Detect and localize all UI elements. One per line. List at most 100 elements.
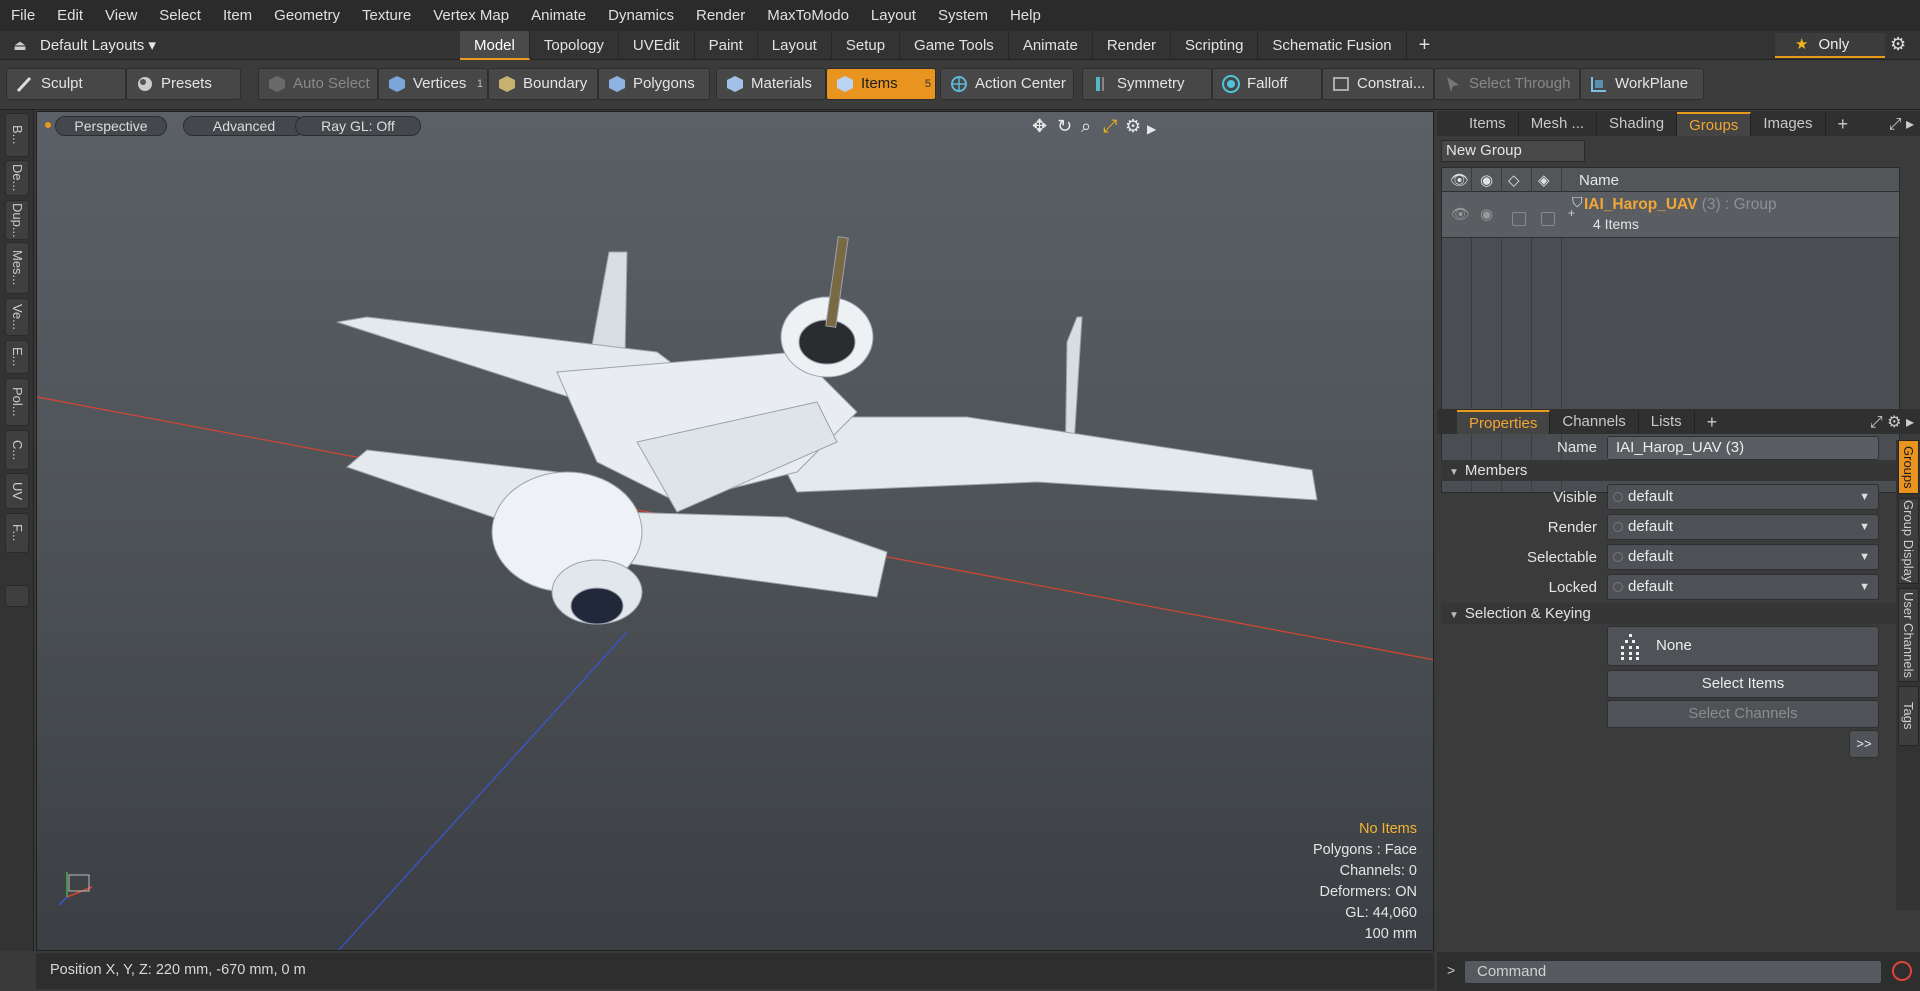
left-tab-8[interactable]: UV — [5, 473, 29, 509]
left-tab-1[interactable]: De... — [5, 160, 29, 196]
boundary-button[interactable]: Boundary — [488, 68, 598, 100]
only-toggle[interactable]: ★ Only — [1775, 33, 1885, 58]
record-icon[interactable] — [1892, 961, 1912, 981]
constraints-button[interactable]: Constrai... — [1322, 68, 1434, 100]
locked-dropdown[interactable]: default ▼ — [1607, 574, 1879, 600]
left-tab-5[interactable]: E... — [5, 340, 29, 374]
groups-panel-tab-1[interactable]: Mesh ... — [1519, 112, 1598, 136]
layout-tab-setup[interactable]: Setup — [832, 30, 901, 60]
left-tab-4[interactable]: Ve... — [5, 298, 29, 336]
new-group-button[interactable]: New Group — [1441, 140, 1585, 162]
menu-help[interactable]: Help — [999, 0, 1052, 31]
groups-panel-tab-2[interactable]: Shading — [1597, 112, 1678, 136]
group-row[interactable]: 👁 ◉ + ⛉ IAI_Harop_UAV (3) : Group 4 Item… — [1442, 192, 1899, 238]
viewport-expand-icon[interactable]: ▶ — [1147, 120, 1156, 138]
auto-select-button[interactable]: Auto Select — [258, 68, 378, 100]
menu-dynamics[interactable]: Dynamics — [597, 0, 685, 31]
select-items-button[interactable]: Select Items — [1607, 670, 1879, 698]
zoom-view-icon[interactable]: ⌕ — [1081, 117, 1091, 135]
layout-tab-schematic-fusion[interactable]: Schematic Fusion — [1258, 30, 1407, 60]
layout-tab-render[interactable]: Render — [1093, 30, 1172, 60]
left-tab-0[interactable]: B... — [5, 113, 29, 157]
action-center-button[interactable]: Action Center — [940, 68, 1074, 100]
layout-tab-paint[interactable]: Paint — [695, 30, 758, 60]
materials-button[interactable]: Materials — [716, 68, 826, 100]
menu-texture[interactable]: Texture — [351, 0, 422, 31]
select-channels-button[interactable]: Select Channels — [1607, 700, 1879, 728]
more-button[interactable]: >> — [1849, 730, 1879, 758]
layout-tab-model[interactable]: Model — [460, 30, 530, 60]
selection-keying-section[interactable]: ▼ Selection & Keying — [1441, 603, 1896, 624]
layout-tab-game-tools[interactable]: Game Tools — [900, 30, 1009, 60]
name-column-header[interactable]: Name — [1579, 172, 1619, 189]
layout-tab-animate[interactable]: Animate — [1009, 30, 1093, 60]
groups-panel-tab-3[interactable]: Groups — [1677, 112, 1752, 136]
menu-system[interactable]: System — [927, 0, 999, 31]
left-tab-6[interactable]: Pol... — [5, 378, 29, 426]
viewport-settings-icon[interactable]: ⚙ — [1125, 117, 1141, 135]
presets-button[interactable]: Presets — [126, 68, 241, 100]
shading-dropdown[interactable]: Advanced — [183, 116, 305, 136]
menu-layout[interactable]: Layout — [860, 0, 927, 31]
rotate-view-icon[interactable]: ↻ — [1057, 117, 1072, 135]
workplane-button[interactable]: WorkPlane — [1580, 68, 1704, 100]
3d-viewport[interactable]: Perspective Advanced Ray GL: Off ✥ ↻ ⌕ ⤢… — [36, 111, 1434, 951]
row-lock-checkbox[interactable] — [1541, 212, 1555, 226]
sculpt-button[interactable]: Sculpt — [6, 68, 126, 100]
add-properties-tab-icon[interactable]: + — [1695, 410, 1730, 434]
group-name[interactable]: IAI_Harop_UAV (3) : Group — [1584, 196, 1777, 214]
move-view-icon[interactable]: ✥ — [1032, 117, 1047, 135]
polygons-button[interactable]: Polygons — [598, 68, 710, 100]
selectable-dropdown[interactable]: default ▼ — [1607, 544, 1879, 570]
properties-vtab-tags[interactable]: Tags — [1898, 686, 1919, 746]
menu-item[interactable]: Item — [212, 0, 263, 31]
properties-expand-icon[interactable]: ⤢ ⚙ ▸ — [1870, 412, 1914, 432]
falloff-button[interactable]: Falloff — [1212, 68, 1322, 100]
gear-icon[interactable]: ⚙ — [1890, 34, 1906, 55]
render-dropdown[interactable]: default ▼ — [1607, 514, 1879, 540]
menu-maxtomodo[interactable]: MaxToModo — [756, 0, 860, 31]
raygl-dropdown[interactable]: Ray GL: Off — [295, 116, 421, 136]
menu-select[interactable]: Select — [148, 0, 212, 31]
menu-vertex-map[interactable]: Vertex Map — [422, 0, 520, 31]
home-icon[interactable]: ⏏ — [0, 37, 40, 54]
panel-expand-icon[interactable]: ⤢ ▸ — [1889, 114, 1914, 134]
visible-dropdown[interactable]: default ▼ — [1607, 484, 1879, 510]
menu-render[interactable]: Render — [685, 0, 756, 31]
left-tab-9[interactable]: F... — [5, 513, 29, 553]
layout-tab-scripting[interactable]: Scripting — [1171, 30, 1259, 60]
left-tab-7[interactable]: C... — [5, 430, 29, 470]
add-panel-tab-icon[interactable]: + — [1826, 112, 1861, 136]
groups-panel-tab-0[interactable]: Items — [1457, 112, 1519, 136]
symmetry-button[interactable]: Symmetry — [1082, 68, 1212, 100]
properties-vtab-group-display[interactable]: Group Display — [1898, 498, 1919, 584]
left-tab-3[interactable]: Mes... — [5, 242, 29, 294]
items-button[interactable]: Items 5 — [826, 68, 936, 100]
properties-tab-channels[interactable]: Channels — [1550, 410, 1639, 434]
menu-edit[interactable]: Edit — [46, 0, 94, 31]
properties-tab-lists[interactable]: Lists — [1639, 410, 1695, 434]
row-select-checkbox[interactable] — [1512, 212, 1526, 226]
groups-panel-tab-4[interactable]: Images — [1751, 112, 1826, 136]
view-type-dropdown[interactable]: Perspective — [55, 116, 167, 136]
command-input[interactable]: Command — [1464, 960, 1882, 984]
menu-geometry[interactable]: Geometry — [263, 0, 351, 31]
menu-file[interactable]: File — [0, 0, 46, 31]
keying-none-button[interactable]: None — [1607, 626, 1879, 666]
menu-animate[interactable]: Animate — [520, 0, 597, 31]
layout-tab-topology[interactable]: Topology — [530, 30, 619, 60]
vertices-button[interactable]: Vertices 1 — [378, 68, 488, 100]
left-tab-extra[interactable] — [5, 585, 29, 607]
properties-vtab-groups[interactable]: Groups — [1898, 440, 1919, 494]
select-through-button[interactable]: Select Through — [1434, 68, 1580, 100]
layout-preset-dropdown[interactable]: Default Layouts ▾ — [40, 36, 460, 54]
row-render-icon[interactable]: ◉ — [1480, 205, 1493, 223]
members-section[interactable]: ▼ Members — [1441, 460, 1896, 481]
menu-view[interactable]: View — [94, 0, 148, 31]
row-eye-icon[interactable]: 👁 — [1451, 205, 1470, 223]
fit-view-icon[interactable]: ⤢ — [1103, 117, 1117, 135]
left-tab-2[interactable]: Dup... — [5, 200, 29, 240]
add-layout-tab-icon[interactable]: + — [1407, 31, 1443, 60]
properties-vtab-user-channels[interactable]: User Channels — [1898, 588, 1919, 682]
layout-tab-uvedit[interactable]: UVEdit — [619, 30, 695, 60]
